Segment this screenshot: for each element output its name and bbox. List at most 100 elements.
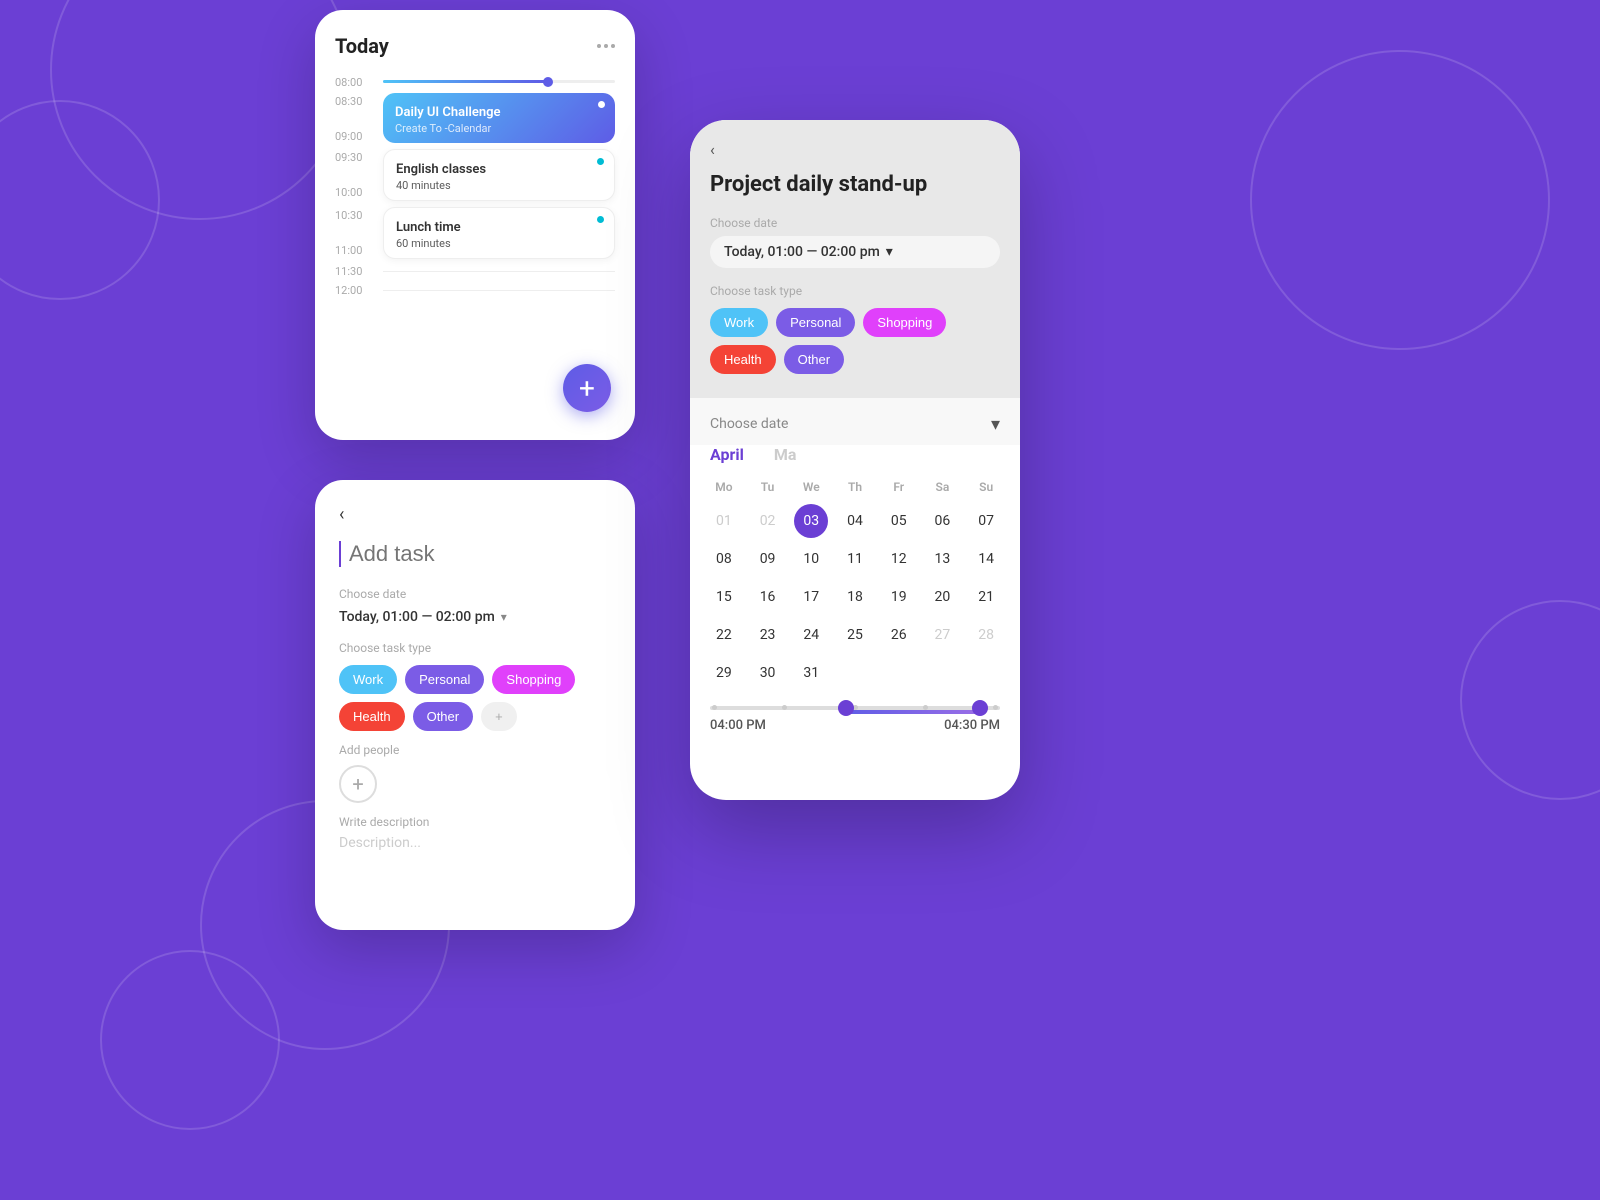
slider-thumb-end[interactable]: [972, 700, 988, 716]
event-lunch[interactable]: Lunch time 60 minutes: [383, 207, 615, 259]
slider-track: [710, 706, 1000, 710]
tag-more[interactable]: +: [481, 702, 517, 731]
cal-cell[interactable]: 19: [882, 580, 916, 614]
cal-cell[interactable]: 16: [751, 580, 785, 614]
add-task-input[interactable]: [339, 541, 611, 567]
slider-fill: [841, 710, 986, 714]
task-type-tags: Work Personal Shopping: [339, 665, 611, 694]
event-daily-ui[interactable]: Daily UI Challenge Create To -Calendar: [383, 93, 615, 143]
event-title: English classes: [396, 162, 486, 177]
cal-cell[interactable]: 23: [751, 618, 785, 652]
tag-shopping[interactable]: Shopping: [492, 665, 575, 694]
event-title: Daily UI Challenge: [395, 105, 501, 120]
choose-date-label: Choose date: [339, 587, 611, 601]
calendar-section: Choose date ▾ April Ma Mo Tu We Th Fr Sa…: [690, 398, 1020, 743]
standup-tag-other[interactable]: Other: [784, 345, 845, 374]
description-placeholder: Description...: [339, 835, 611, 851]
cal-cell[interactable]: 29: [707, 656, 741, 690]
event-english[interactable]: English classes 40 minutes: [383, 149, 615, 201]
tag-work[interactable]: Work: [339, 665, 397, 694]
cal-days-header: Mo Tu We Th Fr Sa Su: [690, 476, 1020, 498]
time-label: 10:30: [335, 207, 373, 222]
standup-tag-work[interactable]: Work: [710, 308, 768, 337]
cal-day-we: We: [789, 476, 833, 498]
cal-cell[interactable]: 31: [794, 656, 828, 690]
event-dot-icon: [597, 158, 604, 165]
event-dot-icon: [597, 216, 604, 223]
task-type-tags-row2: Health Other +: [339, 702, 611, 731]
cal-cell[interactable]: 25: [838, 618, 872, 652]
plus-icon: +: [352, 772, 363, 796]
standup-tag-health[interactable]: Health: [710, 345, 776, 374]
cal-cell[interactable]: 27: [925, 618, 959, 652]
cal-month-may[interactable]: Ma: [774, 445, 797, 464]
tag-health[interactable]: Health: [339, 702, 405, 731]
phone-device: ‹ Project daily stand-up Choose date Tod…: [690, 120, 1020, 800]
cal-cell[interactable]: 06: [925, 504, 959, 538]
time-end-label: 04:30 PM: [944, 718, 1000, 733]
cal-cell[interactable]: 09: [751, 542, 785, 576]
cal-choose-date-label: Choose date: [710, 416, 788, 432]
cal-cell[interactable]: 10: [794, 542, 828, 576]
task-type-label: Choose task type: [339, 641, 611, 655]
cal-cell[interactable]: 07: [969, 504, 1003, 538]
cal-cell[interactable]: 13: [925, 542, 959, 576]
cal-month-april[interactable]: April: [710, 445, 744, 464]
today-title: Today: [335, 34, 389, 58]
cal-day-su: Su: [964, 476, 1008, 498]
cal-cell: [969, 656, 1003, 690]
date-selector[interactable]: Today, 01:00 — 02:00 pm ▾: [339, 609, 611, 625]
event-subtitle: Create To -Calendar: [395, 122, 603, 135]
time-row-1130: 11:30: [335, 263, 615, 278]
cal-cell[interactable]: 12: [882, 542, 916, 576]
event-dot-icon: [598, 101, 605, 108]
cal-cell[interactable]: 21: [969, 580, 1003, 614]
back-button[interactable]: ‹: [339, 504, 611, 525]
cal-cell[interactable]: 05: [882, 504, 916, 538]
tag-other[interactable]: Other: [413, 702, 474, 731]
cal-cell[interactable]: 17: [794, 580, 828, 614]
cal-cell[interactable]: 20: [925, 580, 959, 614]
slider-thumb-start[interactable]: [838, 700, 854, 716]
cal-day-tu: Tu: [746, 476, 790, 498]
cal-cell-selected[interactable]: 03: [794, 504, 828, 538]
standup-tag-personal[interactable]: Personal: [776, 308, 855, 337]
standup-choose-date-label: Choose date: [710, 216, 1000, 230]
event-title: Lunch time: [396, 220, 461, 235]
cal-cell[interactable]: 30: [751, 656, 785, 690]
cal-cell[interactable]: 24: [794, 618, 828, 652]
cal-cell[interactable]: 22: [707, 618, 741, 652]
standup-tags-row1: Work Personal Shopping: [710, 308, 1000, 337]
standup-date-selector[interactable]: Today, 01:00 — 02:00 pm ▾: [710, 236, 1000, 268]
card-today: Today 08:00 08:30 09:00 Daily UI Challen…: [315, 10, 635, 440]
cal-cell[interactable]: 28: [969, 618, 1003, 652]
standup-back-button[interactable]: ‹: [710, 140, 1000, 159]
cal-cell[interactable]: 14: [969, 542, 1003, 576]
standup-task-type-label: Choose task type: [710, 284, 1000, 298]
time-row-1030: 10:30 11:00 Lunch time 60 minutes: [335, 207, 615, 259]
time-label: 08:00: [335, 74, 373, 89]
cal-chevron-icon[interactable]: ▾: [991, 414, 1000, 435]
time-label: 09:30: [335, 149, 373, 164]
standup-tags-row2: Health Other: [710, 345, 1000, 374]
menu-dots-icon[interactable]: [597, 44, 615, 48]
standup-tag-shopping[interactable]: Shopping: [863, 308, 946, 337]
cal-day-mo: Mo: [702, 476, 746, 498]
add-event-fab[interactable]: +: [563, 364, 611, 412]
standup-title: Project daily stand-up: [710, 171, 1000, 200]
add-people-button[interactable]: +: [339, 765, 377, 803]
event-subtitle: 40 minutes: [396, 179, 602, 192]
cal-cell[interactable]: 04: [838, 504, 872, 538]
time-slider: 04:00 PM 04:30 PM: [690, 690, 1020, 743]
progress-line: [383, 80, 615, 83]
cal-cell[interactable]: 15: [707, 580, 741, 614]
tag-personal[interactable]: Personal: [405, 665, 484, 694]
time-labels: 04:00 PM 04:30 PM: [710, 718, 1000, 733]
cal-cell[interactable]: 11: [838, 542, 872, 576]
cal-cell[interactable]: 02: [751, 504, 785, 538]
cal-cell[interactable]: 08: [707, 542, 741, 576]
cal-cell[interactable]: 01: [707, 504, 741, 538]
event-subtitle: 60 minutes: [396, 237, 602, 250]
cal-cell[interactable]: 18: [838, 580, 872, 614]
cal-cell[interactable]: 26: [882, 618, 916, 652]
